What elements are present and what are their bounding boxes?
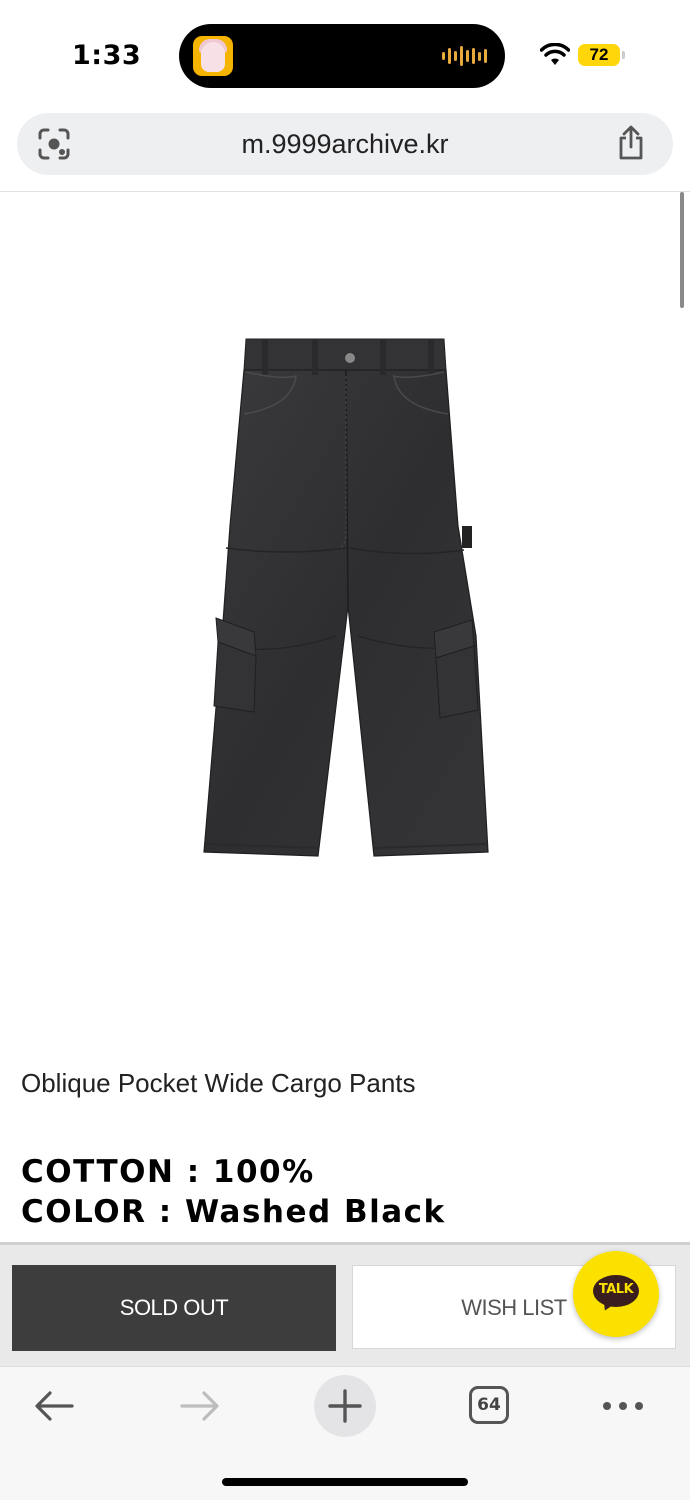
battery-indicator: 72 [578,44,620,66]
wifi-icon [540,43,570,65]
kakao-talk-button[interactable]: TALK [573,1251,659,1337]
battery-tip [622,51,625,59]
plus-icon [328,1389,362,1423]
back-arrow-icon[interactable] [32,1389,76,1423]
new-tab-button[interactable] [314,1375,376,1437]
now-playing-artwork [193,36,233,76]
product-name: Oblique Pocket Wide Cargo Pants [21,1068,416,1098]
header-divider [0,191,690,192]
dynamic-island[interactable] [179,24,505,88]
spec-cotton: COTTON : 100% [21,1154,315,1190]
share-icon[interactable] [615,125,647,161]
spec-color: COLOR : Washed Black [21,1194,446,1230]
status-bar: 1:33 72 [0,0,690,110]
scroll-indicator[interactable] [680,192,684,308]
audio-waveform-icon [442,46,487,66]
status-time: 1:33 [72,40,142,71]
url-text[interactable]: m.9999archive.kr [17,129,673,160]
home-indicator[interactable] [222,1478,468,1486]
talk-label: TALK [598,1282,634,1297]
sold-out-button[interactable]: SOLD OUT [12,1265,336,1351]
product-image[interactable] [196,336,496,862]
more-icon[interactable] [602,1401,644,1411]
address-bar[interactable]: m.9999archive.kr [17,113,673,175]
forward-arrow-icon[interactable] [178,1389,222,1423]
tabs-button[interactable]: 64 [469,1386,509,1424]
